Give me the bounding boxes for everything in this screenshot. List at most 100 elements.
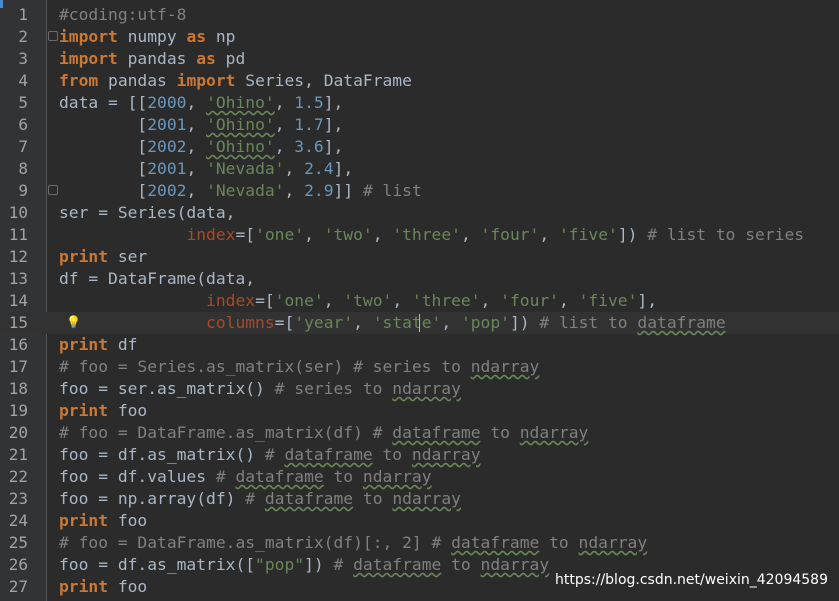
- code-token: 'four': [480, 225, 540, 244]
- code-token: 2000: [147, 93, 187, 112]
- code-editor[interactable]: 1 #coding:utf-8 2 import numpy as np 3 import…: [0, 0, 839, 601]
- code-text[interactable]: print foo: [59, 510, 147, 532]
- code-line[interactable]: 17 # foo = Series.as_matrix(ser) # series…: [0, 356, 839, 378]
- code-token: 2002: [147, 137, 187, 156]
- code-line[interactable]: 5 data = [[2000, 'Ohino', 1.5],: [0, 92, 839, 114]
- code-token: foo: [108, 511, 148, 530]
- line-number: 26: [8, 555, 28, 574]
- code-text[interactable]: # foo = Series.as_matrix(ser) # series t…: [59, 356, 539, 378]
- code-line[interactable]: 14 index=['one', 'two', 'three', 'four',…: [0, 290, 839, 312]
- code-text[interactable]: [2002, 'Ohino', 3.6],: [59, 136, 343, 158]
- code-line[interactable]: 7 [2002, 'Ohino', 3.6],: [0, 136, 839, 158]
- code-text[interactable]: print ser: [59, 246, 147, 268]
- code-token: ],: [333, 159, 354, 178]
- code-text[interactable]: [2001, 'Ohino', 1.7],: [59, 114, 343, 136]
- code-token: # list: [362, 181, 422, 200]
- line-number: 13: [8, 269, 28, 288]
- code-text[interactable]: #coding:utf-8: [59, 4, 186, 26]
- code-text[interactable]: foo = np.array(df) # dataframe to ndarra…: [59, 488, 461, 510]
- code-token: # foo = Series.as_matrix(ser) # series t…: [59, 357, 471, 376]
- code-token: 2001: [147, 115, 187, 134]
- code-token: index: [206, 291, 256, 310]
- code-line[interactable]: 6 [2001, 'Ohino', 1.7],: [0, 114, 839, 136]
- code-text[interactable]: # foo = DataFrame.as_matrix(df) # datafr…: [59, 422, 588, 444]
- intention-bulb-icon[interactable]: 💡: [66, 314, 81, 330]
- code-line[interactable]: 12 print ser: [0, 246, 839, 268]
- code-text[interactable]: [2001, 'Nevada', 2.4],: [59, 158, 353, 180]
- code-text[interactable]: print foo: [59, 400, 147, 422]
- code-token: ,: [480, 291, 501, 310]
- code-token: ,: [441, 313, 461, 332]
- code-line[interactable]: 19 print foo: [0, 400, 839, 422]
- code-token: import: [59, 27, 118, 46]
- code-token: 'Nevada': [206, 181, 285, 200]
- code-lines[interactable]: 1 #coding:utf-8 2 import numpy as np 3 import…: [0, 4, 839, 598]
- code-line[interactable]: 25 # foo = DataFrame.as_matrix(df)[:, 2] …: [0, 532, 839, 554]
- code-text[interactable]: index=['one', 'two', 'three', 'four', 'f…: [59, 224, 804, 246]
- code-line[interactable]: 4 from pandas import Series, DataFrame: [0, 70, 839, 92]
- line-number: 20: [8, 423, 28, 442]
- code-text[interactable]: print df: [59, 334, 137, 356]
- code-token: [: [137, 115, 148, 134]
- line-number: 17: [8, 357, 28, 376]
- code-token: ,: [460, 225, 481, 244]
- code-line[interactable]: 18 foo = ser.as_matrix() # series to ndar…: [0, 378, 839, 400]
- line-number: 5: [18, 93, 28, 112]
- code-token: 'five': [578, 291, 638, 310]
- code-text[interactable]: from pandas import Series, DataFrame: [59, 70, 412, 92]
- code-line[interactable]: 23 foo = np.array(df) # dataframe to ndar…: [0, 488, 839, 510]
- code-line[interactable]: 24 print foo: [0, 510, 839, 532]
- code-line[interactable]: 2 import numpy as np: [0, 26, 839, 48]
- code-line[interactable]: 3 import pandas as pd: [0, 48, 839, 70]
- code-text[interactable]: # foo = DataFrame.as_matrix(df)[:, 2] # …: [59, 532, 647, 554]
- code-line[interactable]: 20 # foo = DataFrame.as_matrix(df) # data…: [0, 422, 839, 444]
- line-number: 10: [8, 203, 28, 222]
- code-token: foo = df.values: [59, 467, 216, 486]
- code-token: to: [539, 533, 579, 552]
- code-text[interactable]: print foo: [59, 576, 147, 598]
- code-text[interactable]: [2002, 'Nevada', 2.9]] # list: [59, 180, 422, 202]
- code-token: to: [441, 555, 481, 574]
- code-text[interactable]: df = DataFrame(data,: [59, 268, 255, 290]
- code-line[interactable]: 22 foo = df.values # dataframe to ndarray: [0, 466, 839, 488]
- fold-marker-icon[interactable]: [48, 185, 58, 195]
- code-text[interactable]: foo = df.values # dataframe to ndarray: [59, 466, 432, 488]
- code-line[interactable]: 9 [2002, 'Nevada', 2.9]] # list: [0, 180, 839, 202]
- code-token: foo = ser.as_matrix(): [59, 379, 275, 398]
- code-text[interactable]: ser = Series(data,: [59, 202, 235, 224]
- code-token: ndarray: [480, 555, 550, 574]
- code-token: dataframe: [451, 533, 540, 552]
- code-token: ],: [323, 115, 344, 134]
- line-number: 22: [8, 467, 28, 486]
- code-token: ,: [323, 291, 344, 310]
- code-text[interactable]: columns=['year', 'state', 'pop']) # list…: [59, 312, 726, 334]
- code-line[interactable]: 1 #coding:utf-8: [0, 4, 839, 26]
- code-token: 'state': [372, 313, 442, 332]
- code-text[interactable]: data = [[2000, 'Ohino', 1.5],: [59, 92, 343, 114]
- code-line[interactable]: 8 [2001, 'Nevada', 2.4],: [0, 158, 839, 180]
- code-text[interactable]: import numpy as np: [59, 26, 235, 48]
- code-token: ,: [353, 313, 373, 332]
- code-text[interactable]: foo = ser.as_matrix() # series to ndarra…: [59, 378, 461, 400]
- code-line[interactable]: 10 ser = Series(data,: [0, 202, 839, 224]
- code-token: to: [353, 489, 393, 508]
- code-text[interactable]: foo = df.as_matrix(["pop"]) # dataframe …: [59, 554, 549, 576]
- code-token: ]): [617, 225, 648, 244]
- fold-marker-icon[interactable]: [48, 31, 58, 41]
- code-token: ndarray: [519, 423, 589, 442]
- code-token: ndarray: [392, 489, 461, 508]
- code-line[interactable]: 16 print df: [0, 334, 839, 356]
- code-line[interactable]: 15 columns=['year', 'state', 'pop']) # l…: [0, 312, 839, 334]
- code-line[interactable]: 21 foo = df.as_matrix() # dataframe to nd…: [0, 444, 839, 466]
- code-token: import: [59, 49, 118, 68]
- code-text[interactable]: foo = df.as_matrix() # dataframe to ndar…: [59, 444, 481, 466]
- code-text[interactable]: import pandas as pd: [59, 48, 245, 70]
- code-token: ,: [274, 137, 295, 156]
- line-number: 14: [8, 291, 28, 310]
- code-line[interactable]: 11 index=['one', 'two', 'three', 'four',…: [0, 224, 839, 246]
- code-text[interactable]: index=['one', 'two', 'three', 'four', 'f…: [59, 290, 657, 312]
- code-line[interactable]: 13 df = DataFrame(data,: [0, 268, 839, 290]
- code-token: # list to series: [647, 225, 805, 244]
